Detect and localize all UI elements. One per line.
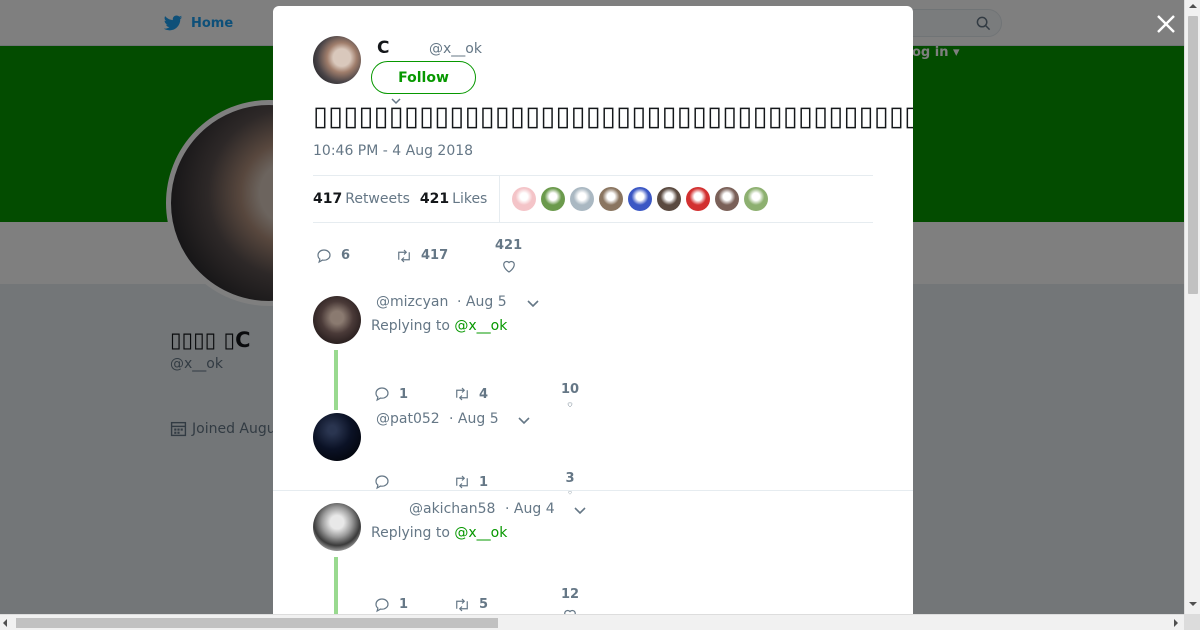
- liker-avatars: [512, 187, 769, 211]
- retweet-icon: [456, 475, 468, 489]
- like-action[interactable]: 421: [495, 238, 522, 275]
- liker-avatar[interactable]: [744, 187, 769, 211]
- reply-handle[interactable]: @mizcyan: [376, 294, 448, 310]
- retweet-action[interactable]: 1: [453, 473, 561, 491]
- like-action[interactable]: 3: [561, 471, 579, 495]
- retweet-icon: [398, 249, 410, 262]
- close-icon[interactable]: [1154, 12, 1178, 36]
- tweet-timestamp[interactable]: 10:46 PM - 4 Aug 2018: [313, 143, 473, 159]
- retweets-stat[interactable]: 417 Retweets: [313, 191, 410, 207]
- reply-icon: [317, 248, 331, 263]
- replying-to: Replying to @x__ok: [371, 525, 507, 541]
- reply-icon: [375, 387, 389, 402]
- likes-count: 421: [419, 191, 450, 207]
- like-count: 12: [561, 587, 580, 602]
- like-action[interactable]: 10: [561, 382, 579, 408]
- heart-icon: [502, 260, 515, 273]
- retweet-action[interactable]: 5: [453, 596, 561, 614]
- liker-avatar[interactable]: [657, 187, 682, 211]
- retweet-count: 417: [421, 248, 449, 263]
- author-handle[interactable]: @x__ok: [429, 41, 482, 57]
- tweet-actions: 6 417 421: [315, 236, 522, 275]
- horizontal-scrollbar-thumb[interactable]: [16, 618, 498, 628]
- reply-date[interactable]: · Aug 5: [457, 294, 507, 310]
- chevron-down-icon[interactable]: [517, 413, 531, 427]
- liker-avatar[interactable]: [686, 187, 711, 211]
- reply-date[interactable]: · Aug 5: [449, 411, 499, 427]
- replying-handle[interactable]: @x__ok: [454, 318, 507, 334]
- like-count: 10: [561, 382, 580, 397]
- horizontal-scrollbar[interactable]: [0, 614, 1184, 630]
- replying-prefix: Replying to: [371, 525, 450, 541]
- reply-icon: [375, 597, 389, 612]
- heart-icon: [564, 609, 576, 614]
- reply-action[interactable]: 1: [373, 385, 453, 403]
- liker-avatar[interactable]: [512, 187, 537, 211]
- retweets-label: Retweets: [345, 191, 410, 207]
- retweet-icon: [456, 598, 468, 611]
- author-name[interactable]: C: [377, 38, 389, 58]
- reply-item[interactable]: @pat052 · Aug 5 1 3: [273, 411, 913, 495]
- reply-action[interactable]: [373, 473, 453, 491]
- likes-label: Likes: [452, 191, 488, 207]
- like-action[interactable]: 12: [561, 587, 579, 614]
- thread-line: [334, 557, 338, 614]
- retweets-count: 417: [313, 191, 343, 207]
- reply-action[interactable]: 1: [373, 596, 453, 614]
- thread-line: [334, 350, 338, 410]
- reply-count: 6: [341, 248, 351, 263]
- reply-count: 1: [399, 386, 409, 402]
- reply-item[interactable]: @mizcyan · Aug 5 Replying to @x__ok 1 4 …: [273, 294, 913, 410]
- scroll-left-arrow[interactable]: [3, 619, 7, 627]
- retweet-count: 5: [479, 597, 489, 612]
- liker-avatar[interactable]: [628, 187, 653, 211]
- liker-avatar[interactable]: [715, 187, 740, 211]
- reply-count: 1: [399, 597, 409, 612]
- liker-avatar[interactable]: [599, 187, 624, 211]
- retweet-count: 4: [479, 386, 489, 402]
- retweet-icon: [456, 387, 468, 401]
- reply-divider: [273, 490, 913, 491]
- retweet-action[interactable]: 417: [395, 247, 495, 265]
- like-count: 421: [495, 238, 523, 253]
- reply-actions: 1 4 10: [373, 380, 579, 408]
- scrollbar-corner: [1184, 614, 1200, 630]
- tweet-text: ▯▯▯▯▯▯▯▯▯▯▯▯▯▯▯▯▯▯▯▯▯▯▯▯▯▯▯▯▯▯▯▯▯▯▯▯▯▯▯▯…: [313, 101, 913, 132]
- reply-date[interactable]: · Aug 4: [505, 501, 555, 517]
- reply-item[interactable]: @akichan58 · Aug 4 Replying to @x__ok 1 …: [273, 501, 913, 614]
- scroll-down-arrow[interactable]: [1189, 602, 1197, 606]
- reply-avatar[interactable]: [313, 413, 361, 461]
- reply-handle[interactable]: @akichan58: [409, 501, 495, 517]
- heart-icon: [567, 402, 573, 408]
- reply-action[interactable]: 6: [315, 247, 395, 265]
- chevron-down-icon[interactable]: [526, 296, 540, 310]
- vertical-scrollbar-thumb[interactable]: [1188, 16, 1198, 294]
- reply-avatar[interactable]: [313, 296, 361, 344]
- retweet-count: 1: [479, 474, 489, 490]
- scroll-right-arrow[interactable]: [1174, 619, 1178, 627]
- reply-avatar[interactable]: [313, 503, 361, 551]
- tweet-stats: 417 Retweets 421 Likes: [313, 175, 873, 223]
- stats-divider: [499, 176, 501, 222]
- reply-actions: 1 3: [373, 469, 579, 495]
- replying-to: Replying to @x__ok: [371, 318, 507, 334]
- tweet-modal: C @x__ok Follow ▯▯▯▯▯▯▯▯▯▯▯▯▯▯▯▯▯▯▯▯▯▯▯▯…: [273, 6, 913, 614]
- scroll-up-arrow[interactable]: [1189, 4, 1197, 8]
- like-count: 3: [565, 471, 575, 486]
- replying-prefix: Replying to: [371, 318, 450, 334]
- reply-actions: 1 5 12: [373, 585, 579, 614]
- likes-stat[interactable]: 421 Likes: [420, 191, 487, 207]
- chevron-down-icon[interactable]: [573, 503, 587, 517]
- liker-avatar[interactable]: [541, 187, 566, 211]
- liker-avatar[interactable]: [570, 187, 595, 211]
- reply-handle[interactable]: @pat052: [376, 411, 440, 427]
- author-avatar[interactable]: [313, 36, 361, 84]
- replying-handle[interactable]: @x__ok: [454, 525, 507, 541]
- vertical-scrollbar[interactable]: [1184, 0, 1200, 614]
- reply-icon: [375, 475, 389, 490]
- retweet-action[interactable]: 4: [453, 385, 561, 403]
- follow-button[interactable]: Follow: [371, 61, 476, 94]
